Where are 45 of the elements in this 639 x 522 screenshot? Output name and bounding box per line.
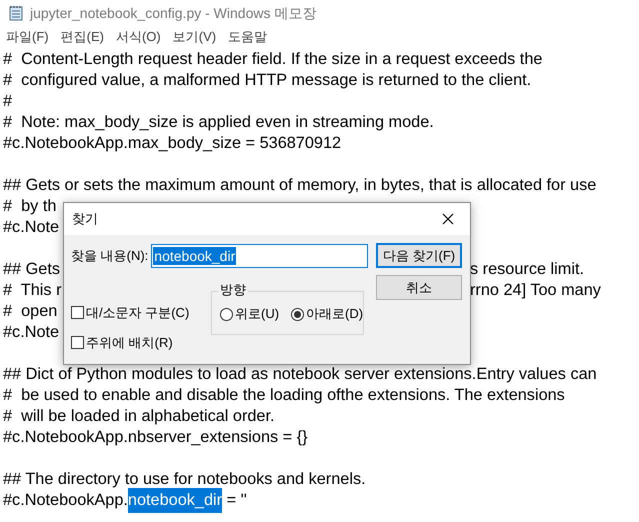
text-line: # This r: [3, 280, 63, 302]
notepad-icon: [8, 5, 24, 21]
group-label: 방향: [218, 282, 248, 298]
text-line: s resource limit.: [470, 259, 584, 280]
text-line: # be used to enable and disable the loading ofthe extensions. The extensions: [3, 385, 565, 406]
menu-item[interactable]: 파일(F): [1, 27, 54, 47]
radio-button[interactable]: [291, 308, 304, 320]
checkbox-label: 대/소문자 구분(C): [86, 304, 190, 322]
checkbox[interactable]: [71, 336, 84, 349]
text-line: #c.NotebookApp.: [3, 490, 128, 512]
find-label: 찾을 내용(N):: [71, 247, 148, 266]
text-line: ## The directory to use for notebooks and kernels.: [3, 469, 366, 490]
menu-item[interactable]: 서식(O): [110, 27, 166, 47]
radio-button[interactable]: [220, 308, 233, 320]
text-line: #c.NotebookApp.max_body_size = 536870912: [3, 133, 342, 154]
radio-label: 위로(U): [235, 305, 280, 324]
text-line: ## Gets or sets the maximum amount of memory, in bytes, that is allocated for use: [3, 175, 596, 196]
text-line: #c.Note: [3, 217, 60, 238]
text-line: #c.NotebookApp.nbserver_extensions = {}: [3, 427, 308, 448]
text-line: # open: [3, 301, 58, 322]
menu-item[interactable]: 편집(E): [56, 27, 109, 47]
text-line: ## Gets: [3, 259, 62, 280]
text-line: #c.Note: [3, 322, 60, 344]
text-line: # will be loaded in alphabetical order.: [3, 406, 275, 428]
text-line: rrno 24] Too many: [470, 280, 601, 302]
dialog-button[interactable]: 다음 찾기(F): [376, 243, 462, 268]
menu-item[interactable]: 보기(V): [168, 27, 222, 47]
window-title: jupyter_notebook_config.py - Windows 메모장: [30, 4, 316, 23]
menu-item[interactable]: 도움말: [223, 27, 272, 47]
text-line: = '': [226, 490, 247, 512]
text-line: ## Dict of Python modules to load as notebook server extensions.Entry values can: [3, 364, 597, 386]
close-icon: [442, 213, 454, 225]
text-line: # by th: [3, 196, 58, 218]
radio-label: 아래로(D): [306, 305, 364, 324]
find-input-field[interactable]: notebook_dir: [151, 244, 368, 268]
selected-text: notebook_dir: [128, 488, 222, 513]
text-line: # configured value, a malformed HTTP message is returned to the client.: [3, 70, 532, 92]
text-line: #: [3, 91, 12, 112]
text-line: # Content-Length request header field. If the size in a request exceeds the: [3, 49, 542, 70]
dialog-button[interactable]: 취소: [376, 275, 462, 300]
text-line: # Note: max_body_size is applied even in streaming mode.: [3, 112, 434, 134]
checkbox[interactable]: [71, 306, 84, 320]
selected-text: notebook_dir: [153, 247, 236, 265]
checkbox-label: 주위에 배치(R): [86, 334, 173, 352]
dialog-title: 찾기: [72, 210, 98, 228]
